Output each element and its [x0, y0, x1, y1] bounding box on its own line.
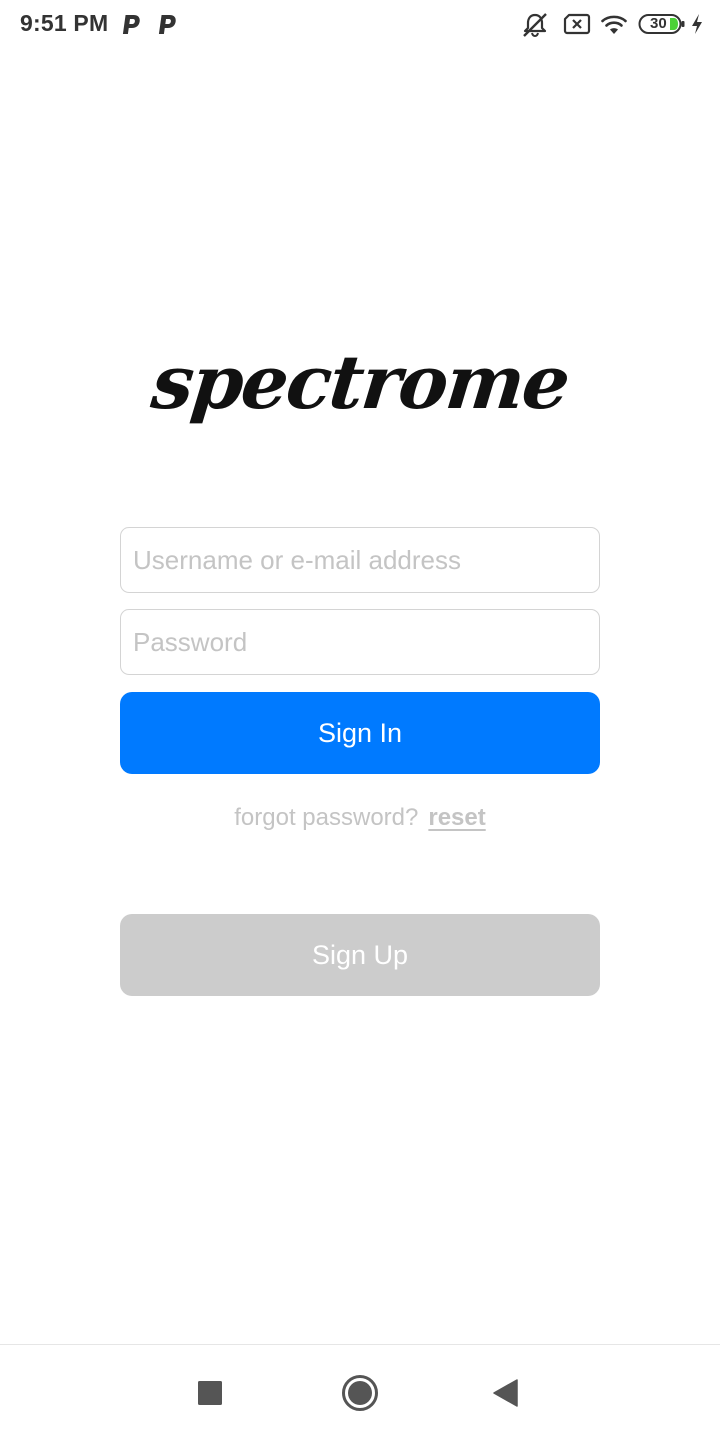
sign-up-button[interactable]: Sign Up [120, 914, 600, 996]
parking-icon [158, 15, 176, 34]
bell-muted-icon [523, 13, 547, 38]
sim-error-icon [563, 13, 591, 35]
battery-level: 30 [650, 15, 667, 32]
reset-password-link[interactable]: reset [428, 804, 485, 831]
forgot-password-row: forgot password? reset [0, 804, 720, 832]
username-input[interactable] [120, 527, 600, 593]
charging-bolt-icon [692, 14, 702, 34]
wifi-icon [601, 15, 627, 34]
parking-icon [122, 15, 140, 34]
app-logo: spectrome [147, 340, 573, 426]
status-time: 9:51 PM [20, 10, 109, 36]
home-button[interactable] [332, 1365, 388, 1421]
navigation-bar [0, 1344, 720, 1440]
forgot-password-text: forgot password? [234, 804, 419, 831]
recents-square-icon [198, 1381, 222, 1405]
status-bar: 9:51 PM 30 [0, 0, 720, 50]
home-circle-icon [342, 1375, 378, 1411]
recents-button[interactable] [182, 1365, 238, 1421]
back-triangle-icon [493, 1379, 518, 1407]
sign-in-button[interactable]: Sign In [120, 692, 600, 774]
back-button[interactable] [478, 1365, 534, 1421]
password-input[interactable] [120, 609, 600, 675]
login-screen: 9:51 PM 30 spectrome Username or e-mail … [0, 0, 720, 1440]
